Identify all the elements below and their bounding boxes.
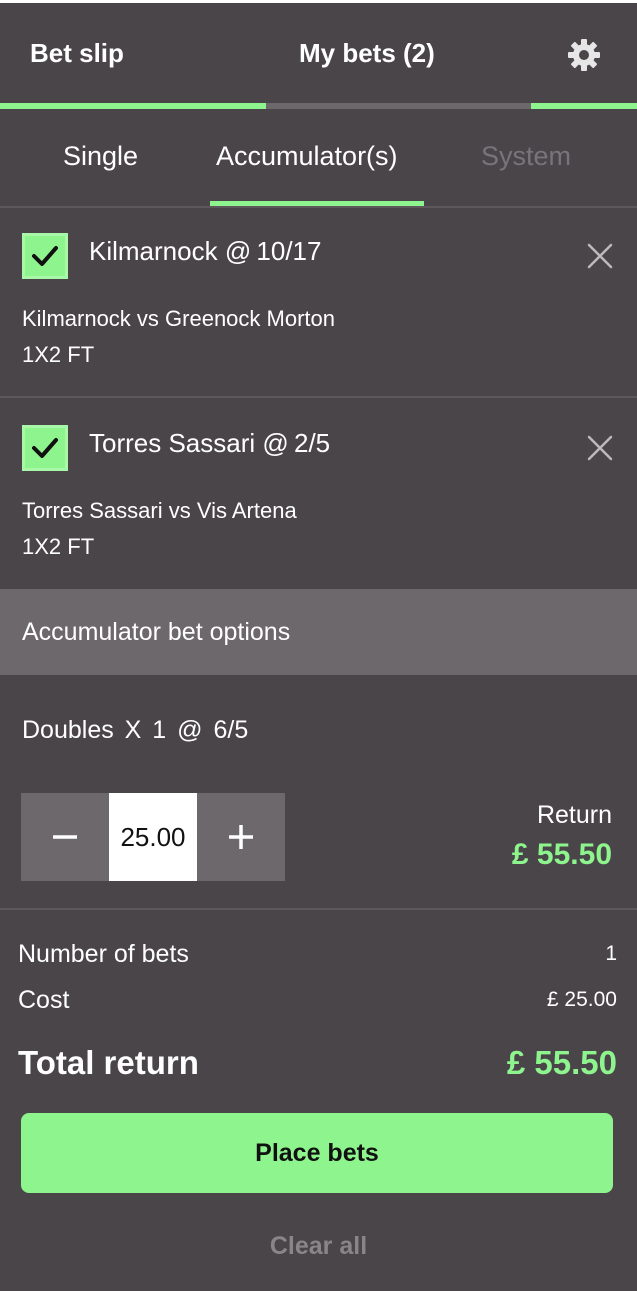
selection-match: Torres Sassari vs Vis Artena: [22, 498, 297, 523]
accumulator-options-label: Accumulator bet options: [22, 617, 291, 646]
stake-stepper: [21, 793, 285, 881]
remove-selection-button[interactable]: [586, 242, 614, 270]
selection-card: Kilmarnock @ 10/17 Kilmarnock vs Greenoc…: [0, 208, 637, 398]
summary-divider: [0, 908, 637, 910]
tab-my-bets[interactable]: My bets (2): [299, 3, 435, 103]
selection-card: Torres Sassari @ 2/5 Torres Sassari vs V…: [0, 400, 637, 590]
tab-bet-slip[interactable]: Bet slip: [30, 3, 124, 103]
increase-stake-button[interactable]: [197, 793, 285, 881]
close-icon: [587, 243, 613, 269]
selection-market: 1X2 FT: [22, 342, 95, 367]
number-of-bets-value: 1: [605, 942, 617, 965]
number-of-bets-row: Number of bets 1: [18, 936, 617, 972]
return-label: Return: [536, 801, 612, 829]
remove-selection-button[interactable]: [586, 434, 614, 462]
checkmark-icon: [32, 246, 58, 266]
place-bets-button[interactable]: Place bets: [21, 1113, 613, 1193]
total-return-row: Total return £ 55.50: [18, 1040, 617, 1086]
doubles-description: Doubles X 1 @ 6/5: [22, 716, 249, 744]
selection-checkbox[interactable]: [22, 425, 68, 471]
close-icon: [587, 435, 613, 461]
selection-title: Kilmarnock @ 10/17: [89, 236, 322, 266]
plus-icon: [229, 825, 253, 849]
number-of-bets-label: Number of bets: [18, 939, 189, 968]
selection-market: 1X2 FT: [22, 534, 95, 559]
settings-button[interactable]: [566, 37, 602, 73]
clear-all-button[interactable]: Clear all: [0, 1232, 637, 1261]
return-value: £ 55.50: [511, 838, 612, 871]
selection-match: Kilmarnock vs Greenock Morton: [22, 306, 335, 331]
accumulator-options-header: Accumulator bet options: [0, 589, 637, 675]
selection-title: Torres Sassari @ 2/5: [89, 428, 331, 458]
cost-value: £ 25.00: [546, 988, 617, 1011]
stake-input[interactable]: [109, 793, 197, 881]
selection-divider: [0, 396, 637, 398]
decrease-stake-button[interactable]: [21, 793, 109, 881]
betslip-header: Bet slip My bets (2): [0, 3, 637, 109]
total-return-label: Total return: [18, 1044, 199, 1081]
selection-checkbox[interactable]: [22, 233, 68, 279]
minus-icon: [53, 835, 77, 839]
gear-icon: [568, 39, 600, 71]
checkmark-icon: [32, 438, 58, 458]
cost-label: Cost: [18, 985, 70, 1014]
tab-accumulators[interactable]: Accumulator(s): [216, 108, 398, 204]
bet-type-tabs: Single Accumulator(s) System: [0, 108, 637, 208]
tab-single[interactable]: Single: [63, 108, 138, 204]
tab-system[interactable]: System: [481, 108, 571, 204]
cost-row: Cost £ 25.00: [18, 982, 617, 1018]
total-return-value: £ 55.50: [506, 1044, 617, 1081]
